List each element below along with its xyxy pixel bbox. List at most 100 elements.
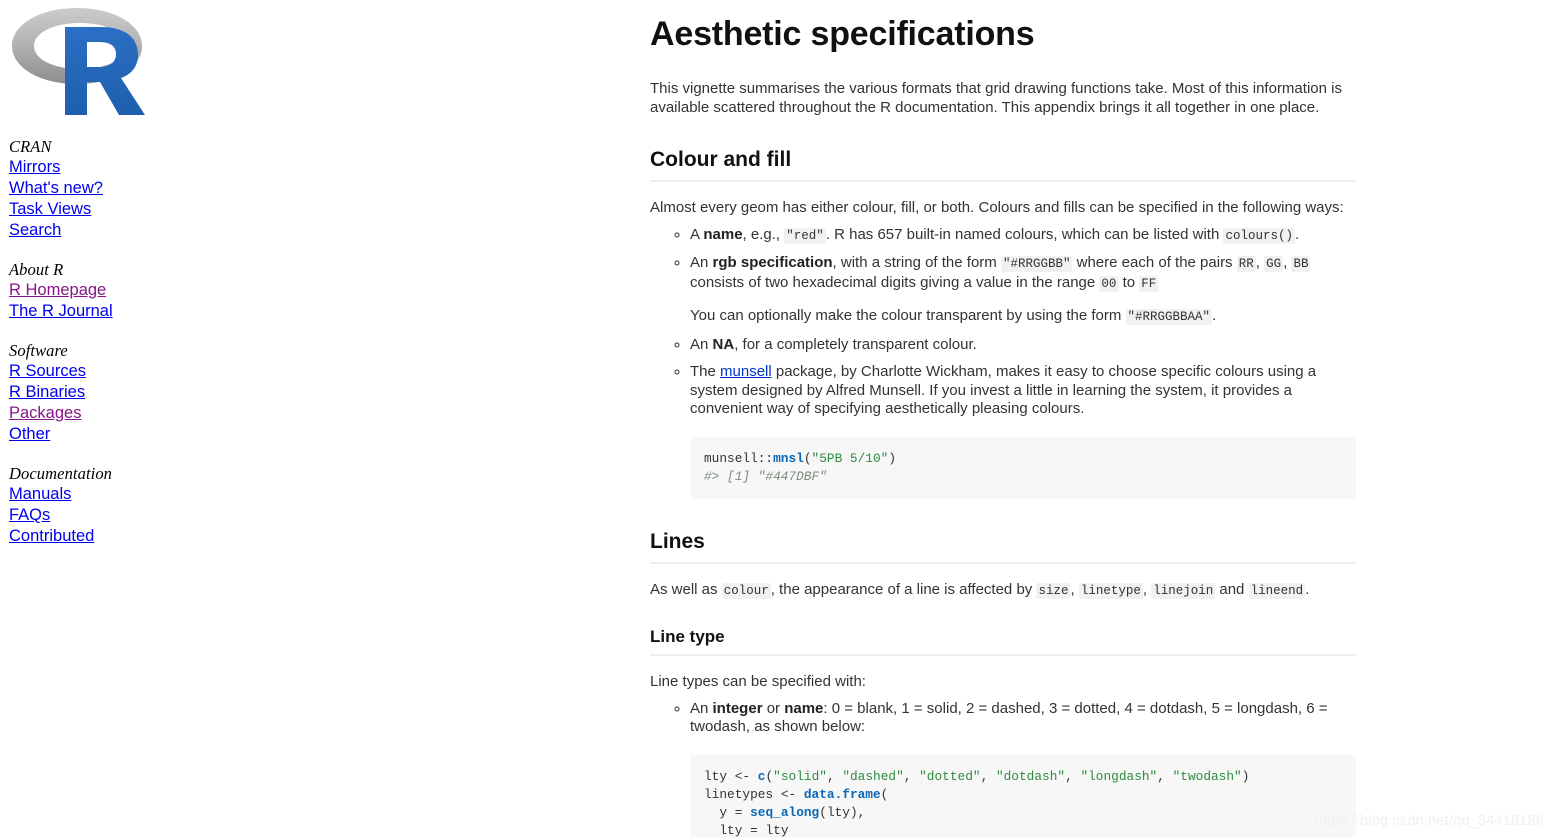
bold-integer: integer [712,699,763,717]
code-block-munsell: munsell::mnsl("5PB 5/10") #> [1] "#447DB… [690,436,1356,499]
bold-name: name [784,699,824,717]
code-token: ) [849,804,858,820]
code-token: data.frame [803,786,881,802]
inline-code: "#RRGGBB" [1000,256,1073,272]
sidebar-link-mirrors[interactable]: Mirrors [9,157,200,178]
text: The [690,363,721,380]
code-token: munsell:: [704,450,774,466]
list-item: An rgb specification, with a string of t… [690,254,1356,327]
code-token: lty [719,822,743,837]
sidebar-link-packages[interactable]: Packages [9,403,200,424]
code-token: mnsl [773,450,804,466]
sidebar-link-search[interactable]: Search [9,220,200,241]
sidebar-link-contributed[interactable]: Contributed [9,526,200,547]
nav-heading-documentation: Documentation [9,464,113,483]
sidebar-link-task-views[interactable]: Task Views [9,199,200,220]
code-token: linetypes [704,786,774,802]
text: package, by Charlotte Wickham, makes it … [690,363,1317,417]
inline-code: linejoin [1151,582,1216,599]
bold-name: name [703,225,743,243]
text: , the appearance of a line is affected b… [770,580,1037,598]
code-token: "solid" [773,768,827,784]
text: or [762,699,785,717]
text: An [690,699,713,717]
munsell-package-link[interactable]: munsell [720,363,772,380]
intro-paragraph: This vignette summarises the various for… [650,80,1342,116]
code-token: lty [704,768,728,784]
text: , for a completely transparent colour. [734,335,977,353]
inline-code: colour [721,582,771,599]
inline-code: lineend [1248,582,1306,599]
code-block-linetypes: lty <- c("solid", "dashed", "dotted", "d… [690,754,1356,837]
text: , [1142,580,1152,598]
sidebar-link-other[interactable]: Other [9,424,200,445]
nav-heading-software: Software [9,341,68,360]
transparency-note: You can optionally make the colour trans… [690,307,1356,327]
code-token: "5PB 5/10" [811,450,889,466]
code-token: ) [888,450,897,466]
sidebar: CRAN Mirrors What's new? Task Views Sear… [0,0,200,547]
line-type-bullet-list: An integer or name: 0 = blank, 1 = solid… [650,700,1356,737]
text: consists of two hexadecimal digits givin… [690,273,1100,291]
nav-heading-cran: CRAN [9,137,52,156]
text: , with a string of the form [832,254,1001,271]
list-item: The munsell package, by Charlotte Wickha… [690,363,1356,419]
code-token: "dashed" [842,768,904,784]
sidebar-link-faqs[interactable]: FAQs [9,505,200,526]
section-heading-lines: Lines [650,529,1356,564]
sidebar-link-r-binaries[interactable]: R Binaries [9,382,200,403]
code-token: ( [803,450,812,466]
text: . [1305,580,1310,598]
text: An [690,335,713,353]
inline-code: "#RRGGBBAA" [1125,309,1213,325]
code-token: "twodash" [1172,768,1242,784]
code-token: < [780,786,789,802]
sidebar-link-r-homepage[interactable]: R Homepage [9,280,200,301]
code-token: , [1157,768,1165,784]
code-token: , [857,804,866,820]
sidebar-link-whats-new[interactable]: What's new? [9,178,200,199]
inline-code: "red" [784,227,826,244]
watermark: https://blog.csdn.net/qq_34418186 [1314,813,1544,829]
page-title: Aesthetic specifications [650,15,1035,53]
nav-group-documentation: Documentation Manuals FAQs Contributed [0,463,200,547]
r-logo[interactable] [0,0,150,118]
text: , [1070,580,1079,598]
r-logo-icon [12,8,145,115]
text: . R has 657 built-in named colours, whic… [825,225,1224,243]
text: You can optionally make the colour trans… [690,307,1126,324]
code-token: "longdash" [1080,768,1158,784]
inline-code: size [1036,582,1071,599]
code-token: "dotted" [919,768,981,784]
list-item: A name, e.g., "red". R has 657 built-in … [690,226,1356,246]
nav-group-cran: CRAN Mirrors What's new? Task Views Sear… [0,136,200,241]
nav-heading-about-r: About R [9,260,64,279]
code-output-comment: #> [1] "#447DBF" [704,468,827,484]
inline-code: GG [1264,256,1284,272]
lines-lead-paragraph: As well as colour, the appearance of a l… [650,581,1356,601]
code-token: ( [880,786,889,802]
text: where each of the pairs [1072,254,1237,271]
sidebar-link-manuals[interactable]: Manuals [9,484,200,505]
main-content: Aesthetic specifications This vignette s… [650,0,1356,837]
text: A [690,225,704,243]
list-item: An NA, for a completely transparent colo… [690,336,1356,355]
text: to [1118,273,1140,291]
inline-code: linetype [1078,582,1143,599]
text: . [1295,225,1300,243]
inline-code: RR [1236,256,1256,272]
sidebar-link-r-sources[interactable]: R Sources [9,361,200,382]
code-token: y [719,804,728,820]
list-item: An integer or name: 0 = blank, 1 = solid… [690,700,1356,737]
nav-group-software: Software R Sources R Binaries Packages O… [0,340,200,445]
sidebar-link-the-r-journal[interactable]: The R Journal [9,301,200,322]
